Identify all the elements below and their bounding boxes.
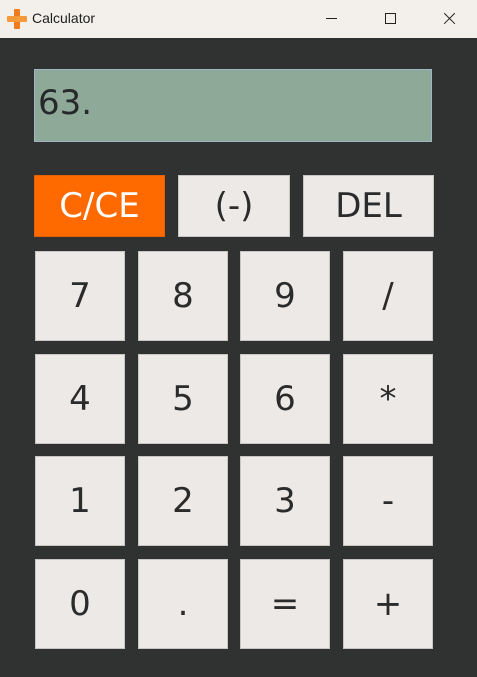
maximize-icon	[385, 13, 396, 24]
digit-5-button[interactable]: 5	[138, 354, 228, 444]
title-bar: Calculator	[0, 0, 477, 38]
display-screen: 63.	[34, 69, 432, 142]
digit-4-button[interactable]: 4	[35, 354, 125, 444]
decimal-button[interactable]: .	[138, 559, 228, 649]
calculator-app-icon	[7, 9, 27, 29]
delete-button[interactable]: DEL	[303, 175, 434, 237]
minimize-button[interactable]	[302, 0, 360, 38]
digit-1-button[interactable]: 1	[35, 456, 125, 546]
maximize-button[interactable]	[361, 0, 419, 38]
digit-7-button[interactable]: 7	[35, 251, 125, 341]
window-title: Calculator	[32, 10, 96, 26]
equals-button[interactable]: =	[240, 559, 330, 649]
minimize-icon	[326, 18, 337, 19]
display-value: 63.	[38, 83, 93, 123]
digit-2-button[interactable]: 2	[138, 456, 228, 546]
negate-button[interactable]: (-)	[178, 175, 290, 237]
clear-button[interactable]: C/CE	[34, 175, 165, 237]
add-button[interactable]: +	[343, 559, 433, 649]
divide-button[interactable]: /	[343, 251, 433, 341]
digit-0-button[interactable]: 0	[35, 559, 125, 649]
subtract-button[interactable]: -	[343, 456, 433, 546]
close-button[interactable]	[420, 0, 477, 38]
digit-3-button[interactable]: 3	[240, 456, 330, 546]
digit-6-button[interactable]: 6	[240, 354, 330, 444]
digit-8-button[interactable]: 8	[138, 251, 228, 341]
digit-9-button[interactable]: 9	[240, 251, 330, 341]
multiply-button[interactable]: *	[343, 354, 433, 444]
